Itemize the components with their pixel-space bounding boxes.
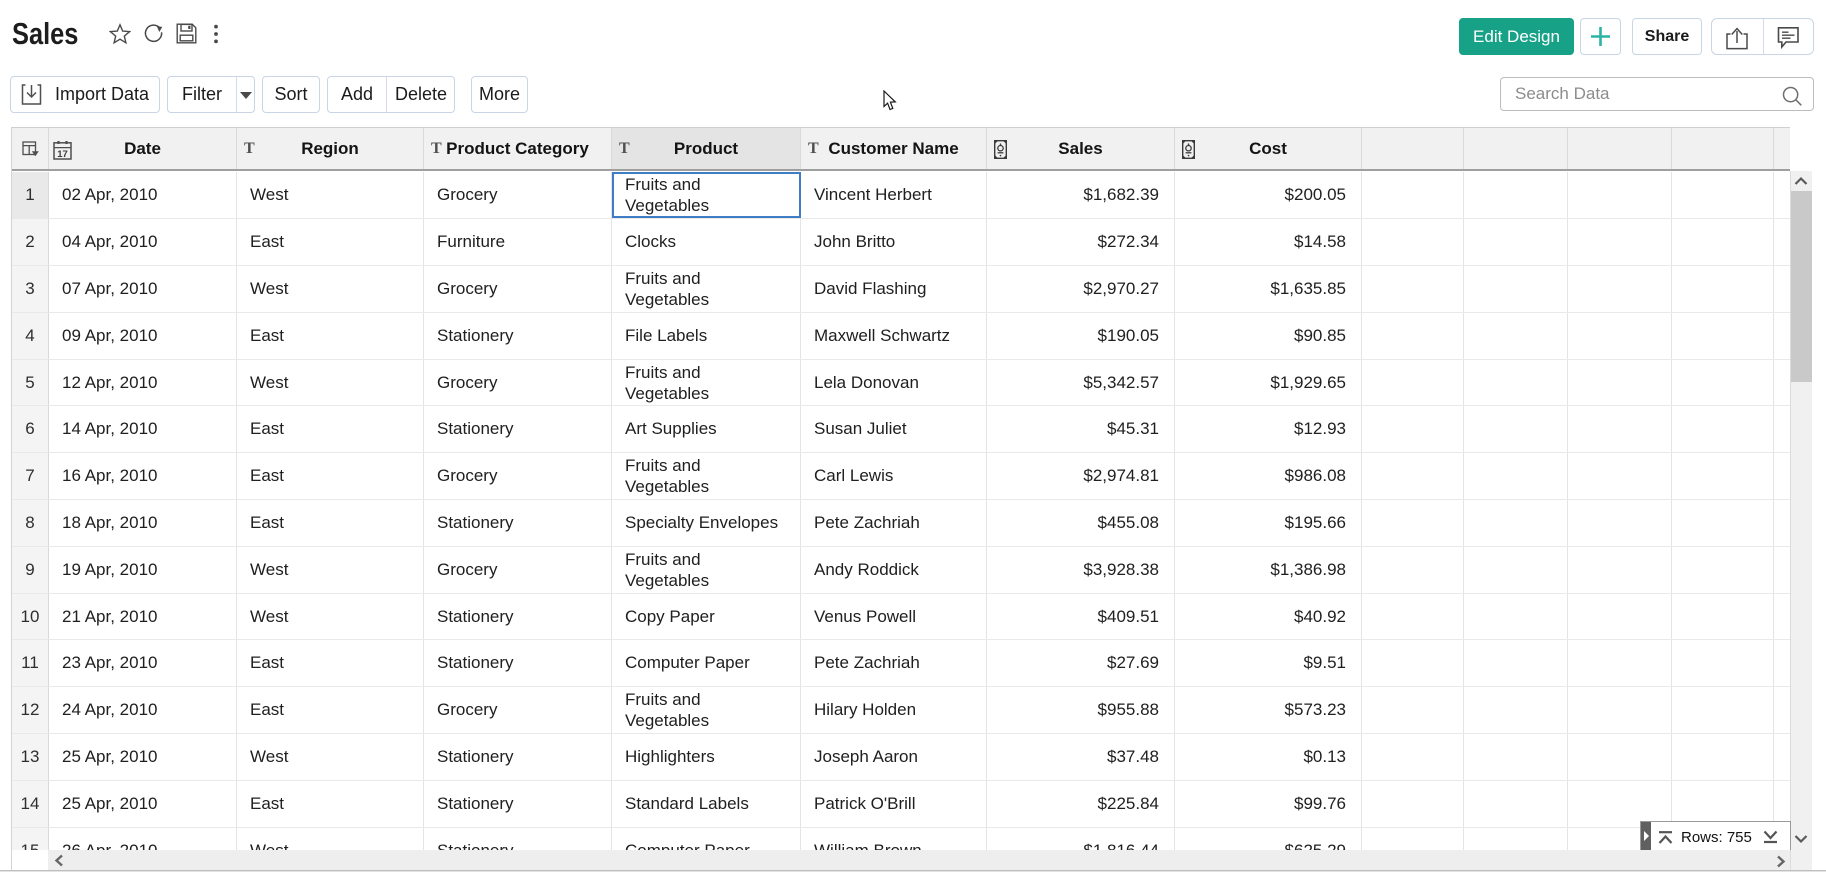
svg-text:17: 17	[57, 149, 68, 160]
